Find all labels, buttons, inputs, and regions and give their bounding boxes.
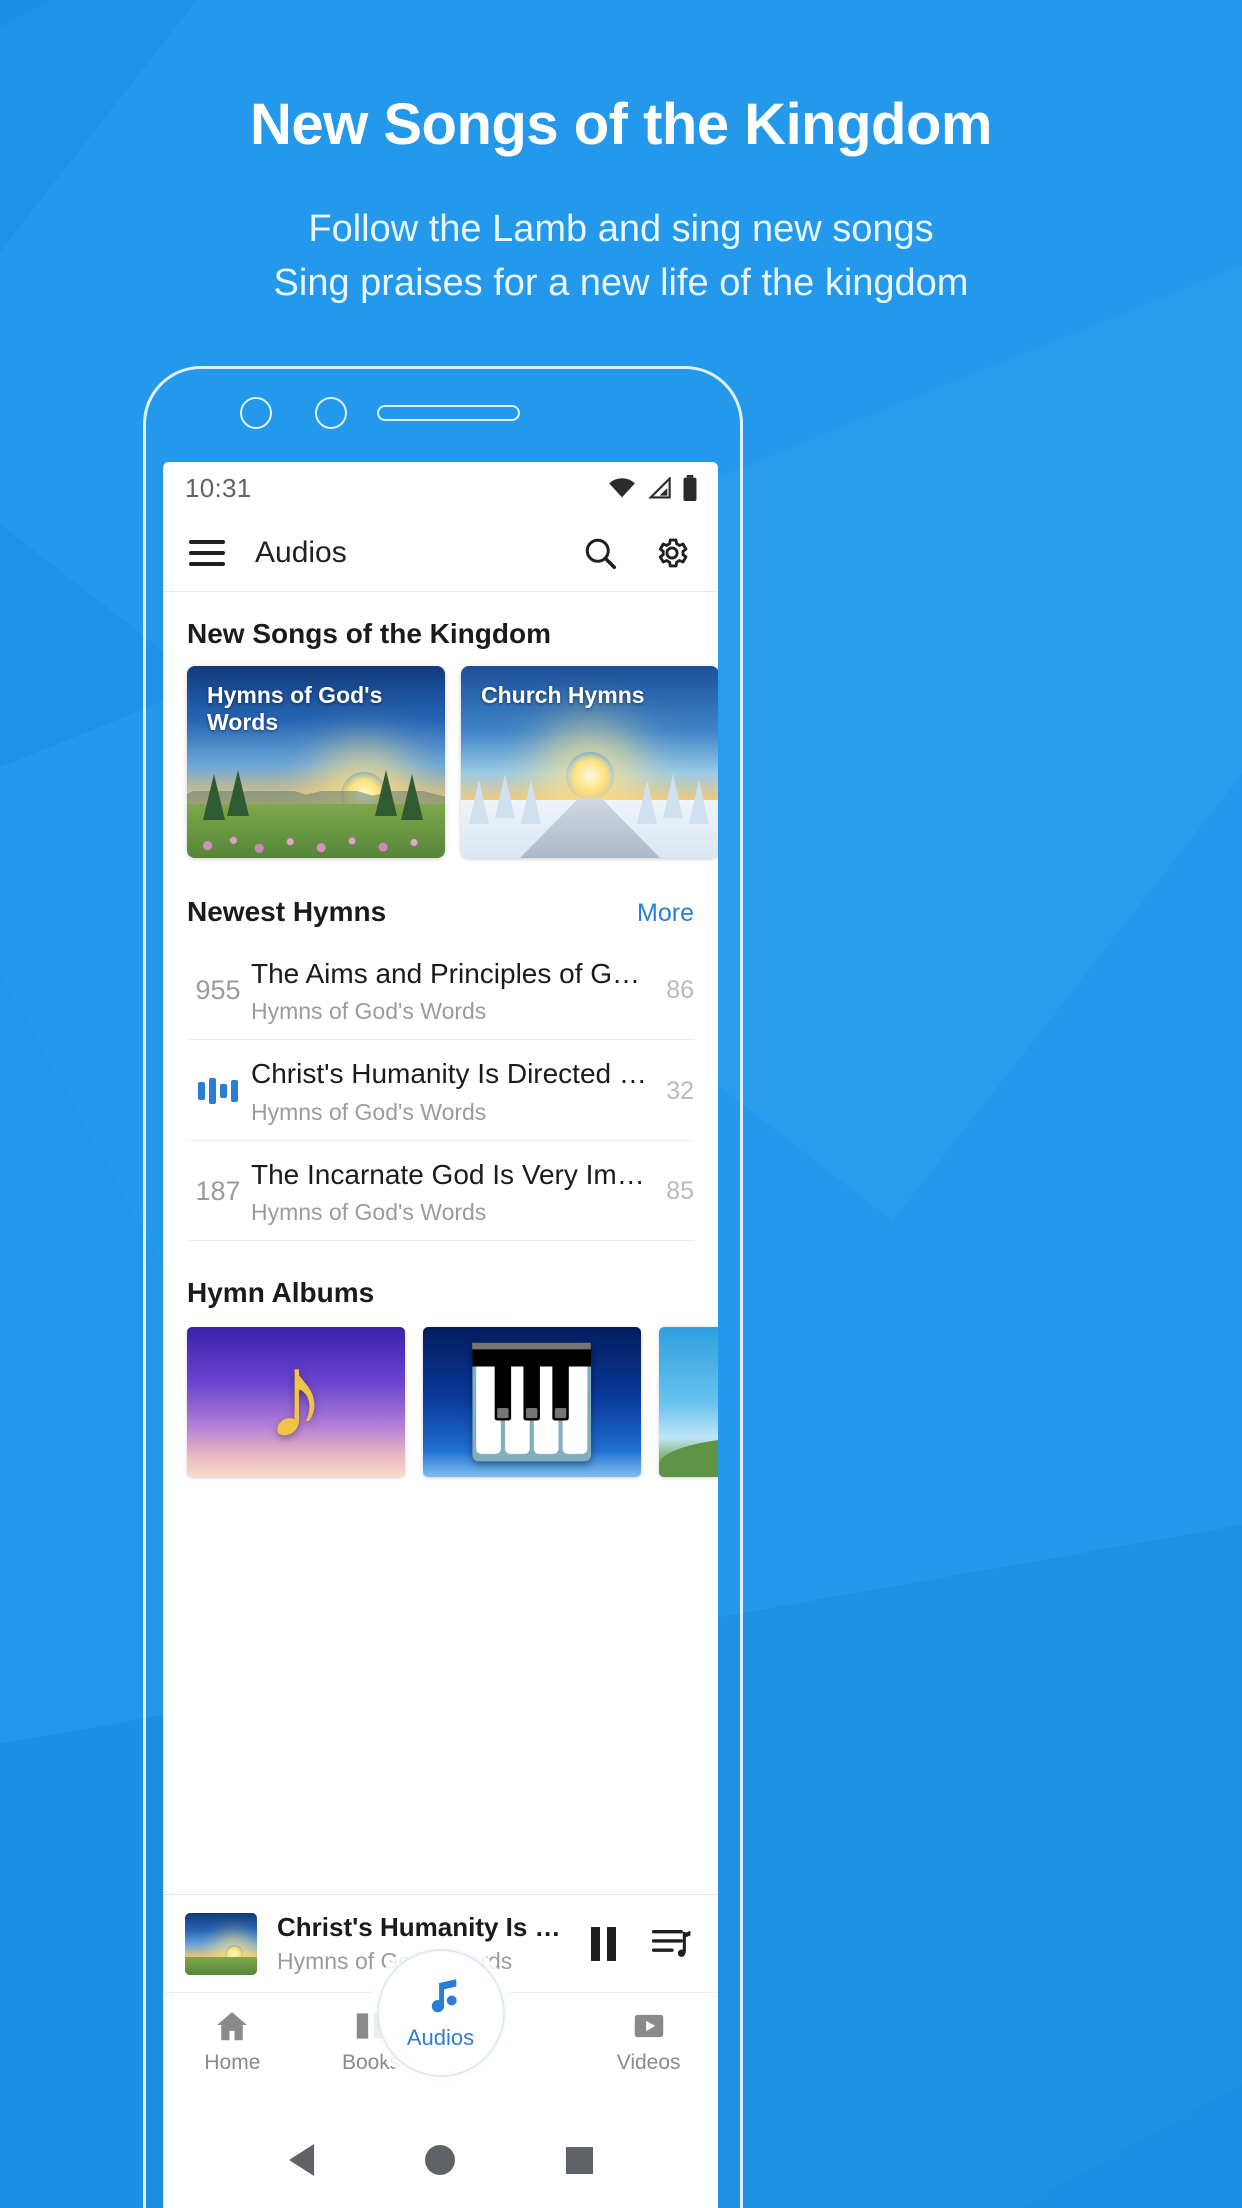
golden-music-note-artwork: ♪ [187,1327,405,1478]
hamburger-menu-icon[interactable] [189,539,225,566]
main-content[interactable]: New Songs of the Kingdom Hymns of God's … [163,592,718,1894]
albums-heading: Hymn Albums [187,1277,375,1309]
app-bar-title: Audios [255,535,347,569]
mini-player-thumbnail [185,1912,257,1975]
albums-section-header: Hymn Albums [163,1241,718,1321]
hymn-duration: 86 [666,976,694,1005]
bottom-navigation[interactable]: Home Books Videos Audios [163,1949,718,2112]
hymn-title: Christ's Humanity Is Directed by God's D… [251,1058,654,1090]
album-card-row[interactable]: ♪ 🎹 [163,1321,718,1478]
nav-item-audios[interactable]: Audios [376,1949,505,2077]
status-clock: 10:31 [185,472,252,503]
playlist-queue-icon[interactable] [652,1926,692,1962]
phone-sensor-icon [315,397,347,429]
promo-subtitle-line-2: Sing praises for a new life of the kingd… [273,261,969,304]
square-recents-icon[interactable] [565,2146,593,2174]
promo-subtitle: Follow the Lamb and sing new songs Sing … [0,203,1242,311]
hymn-duration: 32 [666,1076,694,1105]
album-card[interactable]: ♪ [187,1327,405,1478]
android-system-nav[interactable] [163,2112,718,2208]
nav-label: Home [204,2051,261,2074]
app-bar: Audios [163,514,718,592]
signal-icon [648,477,671,499]
hymn-title: The Incarnate God Is Very Important to M… [251,1158,654,1190]
table-row[interactable]: 187 The Incarnate God Is Very Important … [187,1141,694,1242]
now-playing-equalizer-icon [187,1078,249,1105]
album-card[interactable]: 🎹 [423,1327,641,1478]
nav-item-home[interactable]: Home [163,2007,302,2073]
sky-lighthouse-artwork [659,1327,718,1478]
featured-section-header: New Songs of the Kingdom [163,592,718,662]
featured-card-label: Church Hymns [481,682,645,708]
featured-heading: New Songs of the Kingdom [187,618,551,649]
hymn-duration: 85 [666,1176,694,1205]
nav-label: Audios [406,2025,475,2050]
promo-headline: New Songs of the Kingdom Follow the Lamb… [0,92,1242,311]
featured-card[interactable]: Hymns of God's Words [187,666,445,858]
search-icon[interactable] [582,535,618,571]
nav-label: Videos [616,2051,681,2074]
mini-player-title: Christ's Humanity Is Directed by G… [277,1912,573,1942]
nav-label: Books [341,2051,401,2074]
music-note-icon [431,1979,457,2013]
wifi-icon [609,478,635,498]
video-play-icon [634,2014,663,2038]
newest-heading: Newest Hymns [187,896,387,927]
phone-speaker-icon [377,405,520,421]
triangle-back-icon[interactable] [288,2144,314,2176]
promo-subtitle-line-1: Follow the Lamb and sing new songs [308,207,934,250]
status-icons [608,475,698,501]
newest-more-link[interactable]: More [637,899,694,928]
home-icon [217,2012,248,2041]
hymn-number: 187 [195,1175,241,1206]
table-row[interactable]: Christ's Humanity Is Directed by God's D… [187,1040,694,1141]
promo-title: New Songs of the Kingdom [250,92,992,157]
golden-harp-artwork: 🎹 [423,1327,641,1478]
gear-icon[interactable] [654,535,690,571]
hymn-album: Hymns of God's Words [251,998,487,1025]
table-row[interactable]: 955 The Aims and Principles of God's Act… [187,940,694,1041]
featured-card-label: Hymns of God's Words [207,682,383,735]
newest-hymn-list[interactable]: 955 The Aims and Principles of God's Act… [163,940,718,1242]
pause-icon[interactable] [591,1926,616,1961]
hymn-album: Hymns of God's Words [251,1199,487,1226]
album-card[interactable] [659,1327,718,1478]
status-bar: 10:31 [163,462,718,514]
nav-item-videos[interactable]: Videos [579,2007,718,2073]
featured-card[interactable]: Church Hymns [461,666,718,858]
hymn-number: 955 [195,975,241,1006]
featured-card-row[interactable]: Hymns of God's Words Church Hymns [163,662,718,858]
hymn-title: The Aims and Principles of God's Actions… [251,958,654,989]
battery-icon [683,475,697,501]
newest-section-header: Newest Hymns More [163,858,718,940]
circle-home-icon[interactable] [424,2145,455,2175]
device-screen: 10:31 Audios New Songs of the Kingdom Hy… [163,462,718,2208]
hymn-album: Hymns of God's Words [251,1098,487,1125]
phone-camera-icon [240,397,272,429]
